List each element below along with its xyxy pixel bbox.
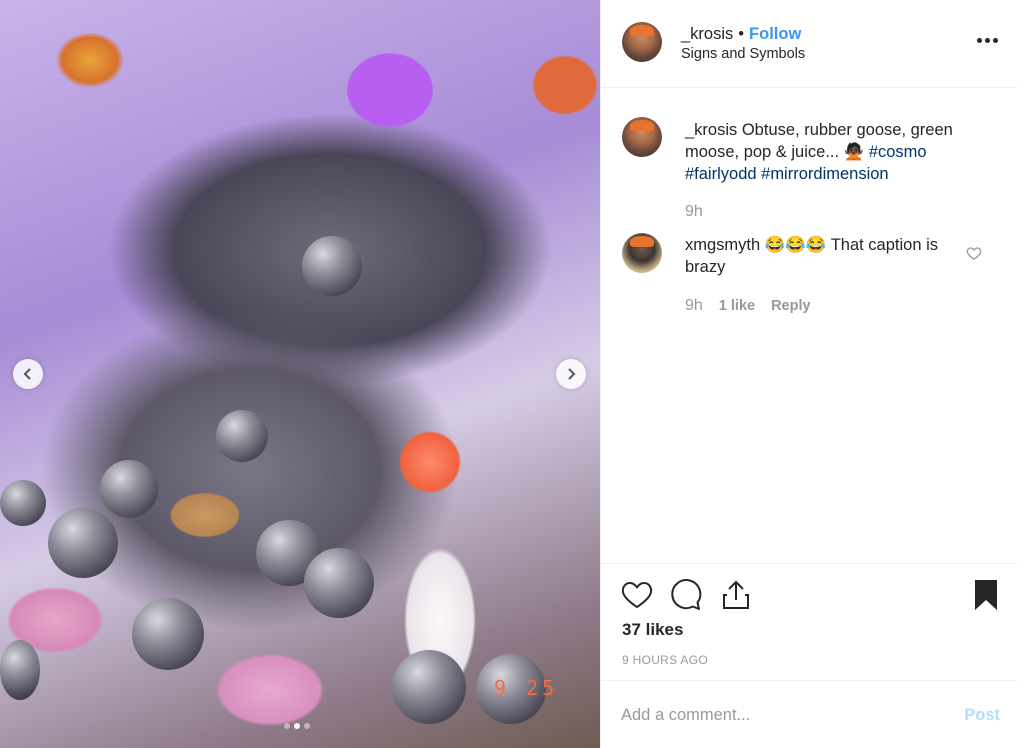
post-actions: 37 likes 9 HOURS AGO Post	[601, 563, 1017, 748]
caption-avatar[interactable]	[622, 117, 662, 157]
add-comment-section: Post	[601, 680, 1017, 748]
posted-time[interactable]: 9 HOURS AGO	[622, 653, 708, 667]
chevron-left-icon	[23, 368, 31, 380]
caption-time[interactable]: 9h	[685, 203, 703, 221]
post-comment-button[interactable]: Post	[964, 706, 1000, 725]
digital-clock: 9 25	[494, 676, 559, 700]
share-icon[interactable]	[719, 578, 753, 612]
author-avatar[interactable]	[622, 22, 662, 62]
hashtag-link[interactable]: #fairlyodd	[685, 165, 757, 183]
comment-icon[interactable]	[669, 578, 703, 612]
caption-text: _krosis Obtuse, rubber goose, green moos…	[685, 119, 970, 185]
more-dot	[985, 38, 990, 43]
balloon-decoration	[216, 410, 268, 462]
author-username[interactable]: _krosis	[681, 25, 733, 44]
carousel-dot-active	[294, 723, 300, 729]
hashtag-link[interactable]: #mirrordimension	[761, 165, 888, 183]
carousel-next-button[interactable]	[556, 359, 586, 389]
post-image[interactable]: 9 25	[0, 0, 600, 748]
comment-meta: 9h 1 like Reply	[685, 297, 811, 315]
more-dot	[993, 38, 998, 43]
bookmark-icon[interactable]	[969, 578, 1003, 612]
commenter-avatar[interactable]	[622, 233, 662, 273]
hashtag-link[interactable]: #cosmo	[869, 143, 927, 161]
carousel-prev-button[interactable]	[13, 359, 43, 389]
post-header: _krosis • Follow Signs and Symbols	[601, 0, 1017, 88]
balloon-decoration	[304, 548, 374, 618]
balloon-decoration	[100, 460, 158, 518]
carousel-dot	[304, 723, 310, 729]
caption-emoji: 🙅🏿	[843, 143, 865, 161]
caption-meta: 9h	[685, 203, 703, 221]
balloon-decoration	[132, 598, 204, 670]
balloon-decoration	[0, 640, 40, 700]
balloon-decoration	[392, 650, 466, 724]
more-options-icon[interactable]	[975, 34, 1000, 47]
location-label[interactable]: Signs and Symbols	[681, 46, 805, 62]
carousel-dot	[284, 723, 290, 729]
balloon-decoration	[0, 480, 46, 526]
comment-time[interactable]: 9h	[685, 297, 703, 315]
chevron-right-icon	[568, 368, 576, 380]
carousel-indicator	[284, 723, 310, 729]
follow-button[interactable]: Follow	[749, 25, 801, 44]
caption-username[interactable]: _krosis	[685, 121, 737, 139]
author-row: _krosis • Follow	[681, 25, 801, 44]
more-dot	[977, 38, 982, 43]
comment-like-icon[interactable]	[966, 245, 982, 261]
balloon-decoration	[302, 236, 362, 296]
post-details-panel: _krosis • Follow Signs and Symbols _kros…	[600, 0, 1017, 748]
comment-text: xmgsmyth 😂😂😂 That caption is brazy	[685, 234, 970, 278]
comment-likes[interactable]: 1 like	[719, 298, 755, 314]
reply-button[interactable]: Reply	[771, 298, 811, 314]
commenter-username[interactable]: xmgsmyth	[685, 236, 760, 254]
comment-input[interactable]	[621, 702, 941, 728]
likes-count[interactable]: 37 likes	[622, 620, 683, 640]
separator-dot: •	[738, 25, 745, 43]
heart-icon[interactable]	[620, 578, 654, 612]
balloon-decoration	[48, 508, 118, 578]
